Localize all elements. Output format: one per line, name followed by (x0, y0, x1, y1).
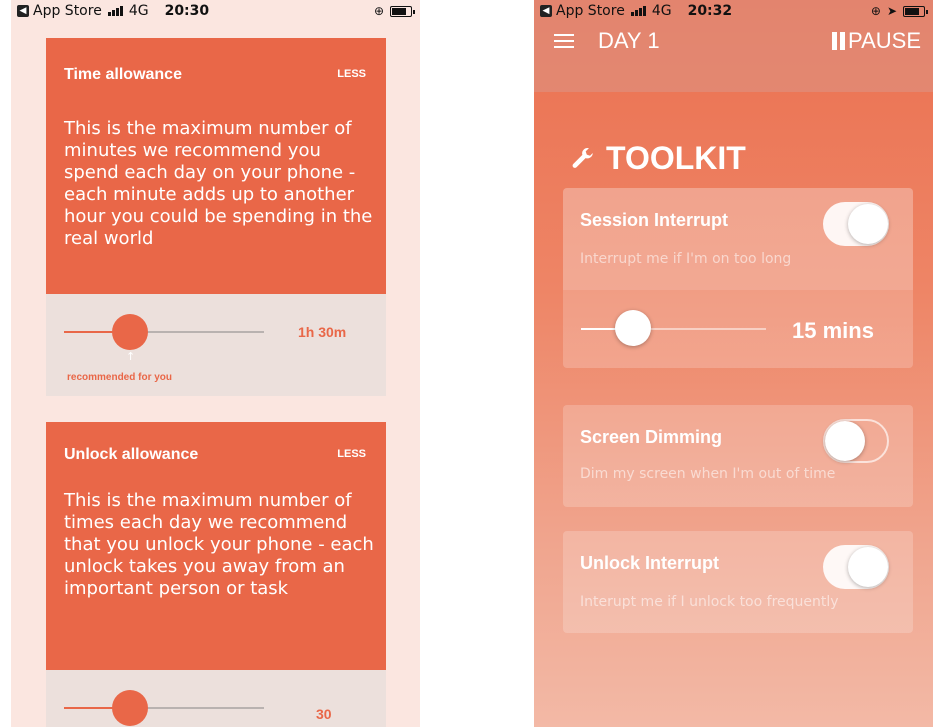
left-phone-screen: ◀ App Store 4G 20:30 ⊕ Time allowance LE… (11, 0, 420, 727)
setting-name: Screen Dimming (580, 427, 723, 447)
toolkit-title: TOOLKIT (606, 140, 746, 176)
carrier-label[interactable]: App Store (556, 3, 625, 19)
card-title: Time allowance (64, 66, 182, 83)
wrench-icon (572, 147, 593, 168)
page-title: DAY 1 (598, 28, 660, 53)
clock: 20:30 (164, 3, 210, 19)
status-bar: ◀ App Store 4G 20:30 ⊕ (11, 0, 420, 22)
back-arrow-icon[interactable]: ◀ (540, 5, 552, 17)
network-label: 4G (128, 3, 149, 19)
unlock-allowance-card: Unlock allowance LESS This is the maximu… (46, 422, 386, 670)
session-interrupt-toggle[interactable] (823, 202, 889, 246)
status-bar: ◀ App Store 4G 20:32 ⊕ ➤ (534, 0, 933, 22)
slider-value: 30 (316, 706, 332, 722)
slider-value: 1h 30m (298, 324, 347, 340)
unlock-interrupt-toggle[interactable] (823, 545, 889, 589)
signal-icon (107, 6, 123, 16)
orientation-lock-icon: ⊕ (870, 4, 881, 18)
back-arrow-icon[interactable]: ◀ (17, 5, 29, 17)
screen-dimming-card: Screen Dimming Dim my screen when I'm ou… (563, 405, 913, 507)
pause-button[interactable]: PAUSE (832, 28, 921, 54)
unlock-interrupt-card: Unlock Interrupt Interupt me if I unlock… (563, 531, 913, 633)
time-allowance-card: Time allowance LESS This is the maximum … (46, 38, 386, 294)
network-label: 4G (651, 3, 672, 19)
slider-thumb[interactable] (615, 310, 651, 346)
card-description: This is the maximum number of minutes we… (64, 118, 373, 249)
battery-icon (390, 5, 415, 17)
slider-value: 15 mins (792, 318, 874, 343)
pause-icon (832, 32, 846, 50)
menu-icon[interactable] (554, 34, 574, 52)
setting-description: Interrupt me if I'm on too long (580, 251, 792, 267)
signal-icon (630, 6, 646, 16)
session-interrupt-card: Session Interrupt Interrupt me if I'm on… (563, 188, 913, 368)
pause-label: PAUSE (848, 28, 921, 53)
screen-dimming-toggle[interactable] (823, 419, 889, 463)
setting-name: Unlock Interrupt (580, 553, 720, 573)
up-arrow-icon: ↑ (126, 350, 136, 363)
setting-description: Interupt me if I unlock too frequently (580, 594, 839, 610)
setting-description: Dim my screen when I'm out of time (580, 466, 836, 482)
toolkit-heading: TOOLKIT (570, 140, 746, 177)
time-allowance-slider-panel: 1h 30m ↑ recommended for you (46, 294, 386, 396)
nav-bar: DAY 1 PAUSE (534, 22, 933, 92)
right-phone-screen: ◀ App Store 4G 20:32 ⊕ ➤ DAY 1 PAUSE TOOL… (534, 0, 933, 727)
battery-icon (903, 5, 928, 17)
clock: 20:32 (687, 3, 733, 19)
slider-thumb[interactable] (112, 314, 148, 350)
card-description: This is the maximum number of times each… (64, 490, 374, 599)
orientation-lock-icon: ⊕ (373, 4, 384, 18)
less-button[interactable]: LESS (337, 68, 366, 80)
recommended-label: recommended for you (67, 372, 173, 383)
slider-thumb[interactable] (112, 690, 148, 726)
card-title: Unlock allowance (64, 446, 199, 463)
setting-name: Session Interrupt (580, 210, 729, 230)
unlock-allowance-slider-panel: 30 (46, 670, 386, 727)
carrier-label[interactable]: App Store (33, 3, 102, 19)
less-button[interactable]: LESS (337, 448, 366, 460)
location-icon: ➤ (886, 4, 897, 18)
